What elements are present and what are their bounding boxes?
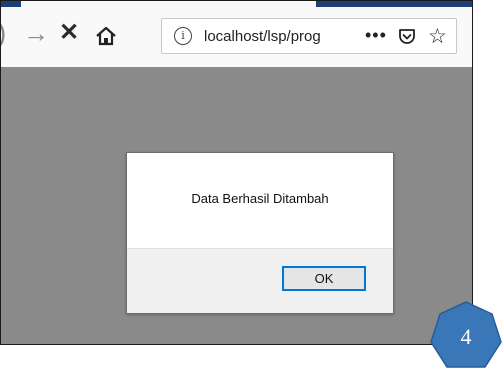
url-fade bbox=[326, 23, 346, 51]
step-badge: 4 bbox=[429, 300, 503, 374]
browser-toolbar: ) → ✕ i localhost/lsp/prog ••• ☆ bbox=[1, 7, 472, 67]
dialog-footer: OK bbox=[127, 248, 393, 313]
address-bar[interactable]: i localhost/lsp/prog ••• ☆ bbox=[161, 18, 457, 54]
bookmark-star-icon[interactable]: ☆ bbox=[428, 24, 447, 49]
url-text[interactable]: localhost/lsp/prog bbox=[204, 28, 342, 45]
info-icon[interactable]: i bbox=[174, 27, 192, 45]
page-actions-more-icon[interactable]: ••• bbox=[365, 25, 387, 46]
home-icon[interactable] bbox=[95, 25, 117, 47]
stop-button[interactable]: ✕ bbox=[59, 21, 79, 45]
back-button[interactable]: ) bbox=[1, 19, 6, 47]
alert-dialog: Data Berhasil Ditambah OK bbox=[126, 152, 394, 314]
dialog-message: Data Berhasil Ditambah bbox=[191, 191, 329, 206]
forward-button[interactable]: → bbox=[23, 20, 49, 46]
pocket-icon[interactable] bbox=[398, 28, 416, 46]
ok-button[interactable]: OK bbox=[282, 266, 366, 291]
step-number: 4 bbox=[460, 324, 472, 349]
